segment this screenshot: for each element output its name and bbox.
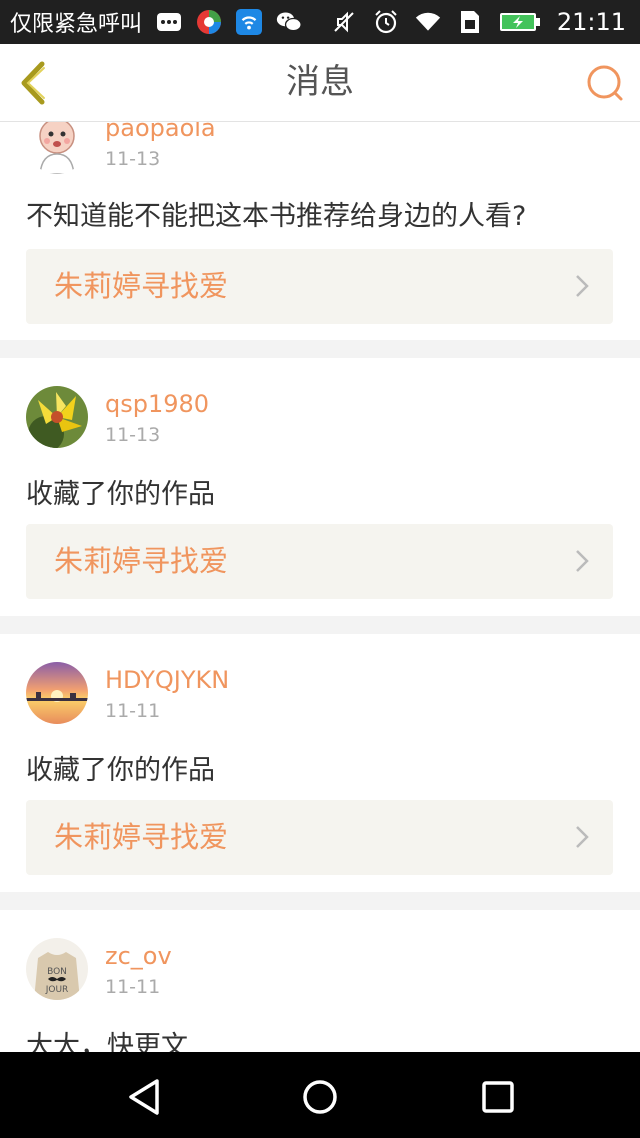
navigation-bar xyxy=(0,1052,640,1138)
battery-icon xyxy=(499,9,541,35)
username[interactable]: qsp1980 xyxy=(105,390,209,418)
book-title: 朱莉婷寻找爱 xyxy=(54,269,229,303)
username[interactable]: zc_ov xyxy=(105,942,172,970)
carrier-label: 仅限紧急呼叫 xyxy=(10,12,143,37)
title-bar: 消息 xyxy=(0,44,640,122)
wifi-app-notification-icon xyxy=(236,9,263,35)
message-notification-icon xyxy=(156,9,182,35)
chevron-right-icon xyxy=(576,550,589,572)
square-recents-icon xyxy=(482,1081,514,1113)
message-date: 11-11 xyxy=(105,976,161,998)
alarm-icon xyxy=(373,9,399,35)
clock: 21:11 xyxy=(556,8,626,36)
message-card: qsp1980 11-13 收藏了你的作品 朱莉婷寻找爱 xyxy=(0,358,640,616)
browser-notification-icon xyxy=(196,9,222,35)
message-card: paopaola 11-13 不知道能不能把这本书推荐给身边的人看? 朱莉婷寻找… xyxy=(0,122,640,340)
chevron-right-icon xyxy=(576,826,589,848)
wifi-signal-icon xyxy=(415,9,441,35)
message-date: 11-13 xyxy=(105,424,161,446)
message-card: BON JOUR zc_ov 11-11 大大，快更文 xyxy=(0,910,640,1052)
username[interactable]: HDYQJYKN xyxy=(105,666,229,694)
message-card: HDYQJYKN 11-11 收藏了你的作品 朱莉婷寻找爱 xyxy=(0,634,640,892)
avatar[interactable] xyxy=(26,386,88,448)
username[interactable]: paopaola xyxy=(105,122,216,142)
nav-home-button[interactable] xyxy=(300,1077,340,1117)
mute-icon xyxy=(331,9,357,35)
avatar[interactable] xyxy=(26,662,88,724)
message-text: 大大，快更文 xyxy=(26,1031,188,1052)
message-text: 收藏了你的作品 xyxy=(26,479,215,510)
book-title: 朱莉婷寻找爱 xyxy=(54,544,229,578)
search-button[interactable] xyxy=(586,64,624,102)
book-link[interactable]: 朱莉婷寻找爱 xyxy=(26,524,613,599)
nav-recents-button[interactable] xyxy=(478,1077,518,1117)
avatar[interactable]: BON JOUR xyxy=(26,938,88,1000)
message-text: 收藏了你的作品 xyxy=(26,755,215,786)
nav-back-button[interactable] xyxy=(125,1077,165,1117)
svg-text:BON: BON xyxy=(47,967,67,977)
message-date: 11-13 xyxy=(105,148,161,170)
page-title: 消息 xyxy=(286,62,354,102)
avatar[interactable] xyxy=(26,122,88,174)
message-date: 11-11 xyxy=(105,700,161,722)
search-icon xyxy=(587,65,623,101)
message-list[interactable]: paopaola 11-13 不知道能不能把这本书推荐给身边的人看? 朱莉婷寻找… xyxy=(0,122,640,1052)
circle-home-icon xyxy=(303,1080,337,1114)
book-link[interactable]: 朱莉婷寻找爱 xyxy=(26,249,613,324)
svg-text:JOUR: JOUR xyxy=(45,985,69,995)
message-text: 不知道能不能把这本书推荐给身边的人看? xyxy=(26,201,527,232)
wechat-notification-icon xyxy=(276,9,302,35)
triangle-back-icon xyxy=(129,1079,159,1115)
chevron-right-icon xyxy=(576,275,589,297)
sim-icon xyxy=(457,9,483,35)
book-link[interactable]: 朱莉婷寻找爱 xyxy=(26,800,613,875)
book-title: 朱莉婷寻找爱 xyxy=(54,820,229,854)
status-bar: 仅限紧急呼叫 21:11 xyxy=(0,0,640,44)
